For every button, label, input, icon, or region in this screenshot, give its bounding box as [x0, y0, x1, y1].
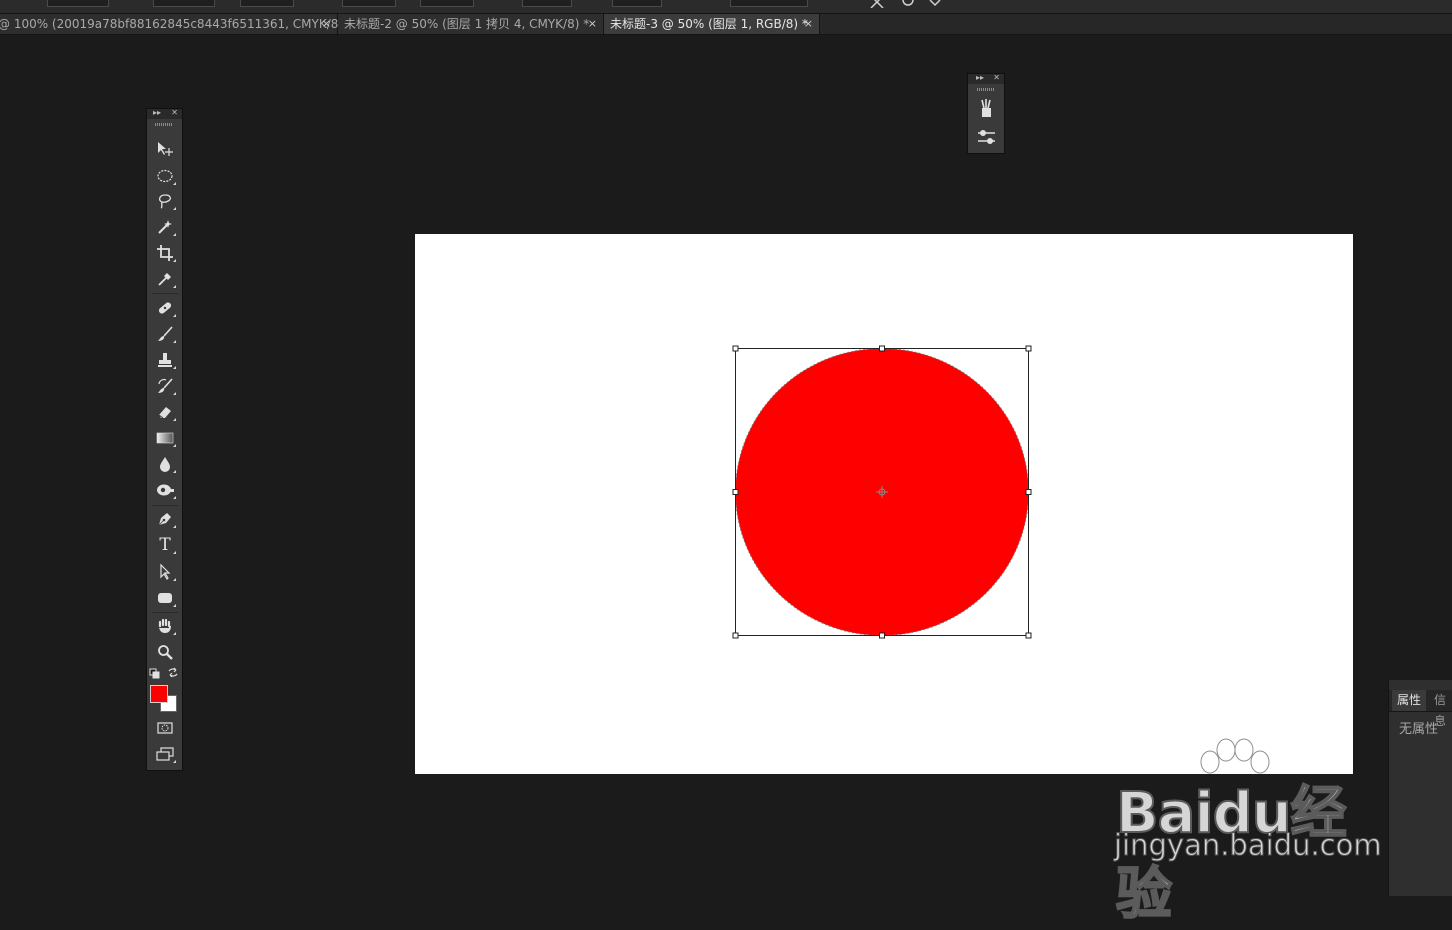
magic-wand-tool-icon[interactable]: [151, 216, 179, 238]
rounded-rectangle-tool-icon[interactable]: [151, 587, 179, 609]
document-tab[interactable]: 未标题-2 @ 50% (图层 1 拷贝 4, CMYK/8) * ×: [338, 14, 604, 34]
document-tab-label: 未标题-2 @ 50% (图层 1 拷贝 4, CMYK/8) *: [344, 17, 590, 31]
spot-healing-brush-icon[interactable]: [151, 297, 179, 319]
path-selection-tool-icon[interactable]: [151, 561, 179, 583]
document-canvas[interactable]: [415, 234, 1353, 774]
options-dropdown[interactable]: [730, 0, 808, 7]
menu-dots-icon[interactable]: [0, 0, 22, 6]
panel-header[interactable]: ▸▸ ✕: [147, 108, 182, 119]
close-panel-icon[interactable]: ✕: [993, 73, 1000, 82]
commit-transform-icon[interactable]: [928, 0, 942, 8]
document-tab-bar: @ 100% (20019a78bf88162845c8443f6511361,…: [0, 14, 1452, 35]
swap-colors-icon[interactable]: [167, 667, 179, 678]
close-tab-icon[interactable]: ×: [322, 14, 331, 34]
tab-info[interactable]: 信息: [1429, 690, 1452, 728]
document-tab[interactable]: @ 100% (20019a78bf88162845c8443f6511361,…: [0, 14, 353, 34]
type-tool-icon[interactable]: T: [151, 534, 179, 556]
options-bar: [0, 0, 1452, 14]
tools-panel: ▸▸ ✕ T: [146, 108, 183, 771]
properties-tab-strip: 属性 信息: [1389, 690, 1452, 728]
brush-settings-icon[interactable]: [976, 128, 997, 146]
cancel-transform-icon[interactable]: [868, 0, 886, 8]
brush-presets-icon[interactable]: [977, 98, 996, 119]
eraser-tool-icon[interactable]: [151, 401, 179, 423]
lasso-tool-icon[interactable]: [151, 190, 179, 212]
options-field[interactable]: [240, 0, 294, 7]
canvas-artwork: [732, 345, 1032, 639]
dodge-tool-icon[interactable]: [151, 479, 179, 501]
tool-separator: [152, 612, 178, 613]
transform-handle[interactable]: [732, 632, 739, 639]
options-field[interactable]: [522, 0, 572, 7]
pen-tool-icon[interactable]: [151, 508, 179, 530]
no-properties-text: 无属性: [1399, 722, 1439, 737]
transform-handle[interactable]: [1025, 345, 1032, 352]
panel-grip[interactable]: [155, 123, 173, 126]
screen-mode-icon[interactable]: [151, 743, 179, 765]
panel-header[interactable]: ▸▸ ✕: [968, 73, 1004, 84]
close-tab-icon[interactable]: ×: [804, 14, 813, 34]
mini-panel: ▸▸ ✕: [967, 73, 1005, 154]
transform-handle[interactable]: [1025, 489, 1032, 495]
options-field[interactable]: [612, 0, 662, 7]
history-brush-icon[interactable]: [151, 375, 179, 397]
default-colors-icon[interactable]: [149, 668, 160, 679]
transform-handle[interactable]: [879, 345, 885, 352]
options-dropdown[interactable]: [47, 0, 109, 7]
collapse-panel-icon[interactable]: ▸▸: [976, 73, 984, 82]
zoom-tool-icon[interactable]: [151, 641, 179, 663]
transform-handle[interactable]: [732, 345, 739, 352]
move-tool-icon[interactable]: [151, 138, 179, 160]
panel-grip[interactable]: [977, 88, 995, 91]
eyedropper-tool-icon[interactable]: [151, 268, 179, 290]
tool-separator: [152, 293, 178, 294]
transform-handle[interactable]: [732, 489, 739, 495]
document-tab-label: 未标题-3 @ 50% (图层 1, RGB/8) *: [610, 17, 808, 31]
gradient-tool-icon[interactable]: [151, 427, 179, 449]
quick-mask-icon[interactable]: [151, 717, 179, 739]
crop-tool-icon[interactable]: [151, 242, 179, 264]
brush-tool-icon[interactable]: [151, 323, 179, 345]
document-tab-active[interactable]: 未标题-3 @ 50% (图层 1, RGB/8) * ×: [604, 14, 820, 34]
elliptical-marquee-tool-icon[interactable]: [151, 165, 179, 187]
tab-properties[interactable]: 属性: [1392, 690, 1427, 711]
transform-handle[interactable]: [1025, 632, 1032, 639]
options-field[interactable]: [342, 0, 396, 7]
clone-stamp-tool-icon[interactable]: [151, 349, 179, 371]
blur-tool-icon[interactable]: [151, 453, 179, 475]
reset-icon[interactable]: [900, 0, 916, 8]
options-dropdown[interactable]: [153, 0, 215, 7]
document-tab-label: @ 100% (20019a78bf88162845c8443f6511361,…: [0, 17, 353, 31]
close-tab-icon[interactable]: ×: [588, 14, 597, 34]
transform-handle[interactable]: [879, 632, 885, 639]
watermark-url: jingyan.baidu.com: [1114, 828, 1383, 863]
tool-separator: [152, 505, 178, 506]
foreground-color-swatch[interactable]: [150, 685, 168, 703]
properties-panel: 属性 信息 无属性: [1388, 680, 1452, 896]
baidu-jingyan-watermark: Baidu经验 jingyan.baidu.com: [1110, 738, 1390, 928]
hand-tool-icon[interactable]: [151, 615, 179, 637]
close-panel-icon[interactable]: ✕: [171, 108, 178, 117]
options-field[interactable]: [420, 0, 474, 7]
collapse-panel-icon[interactable]: ▸▸: [153, 108, 161, 117]
